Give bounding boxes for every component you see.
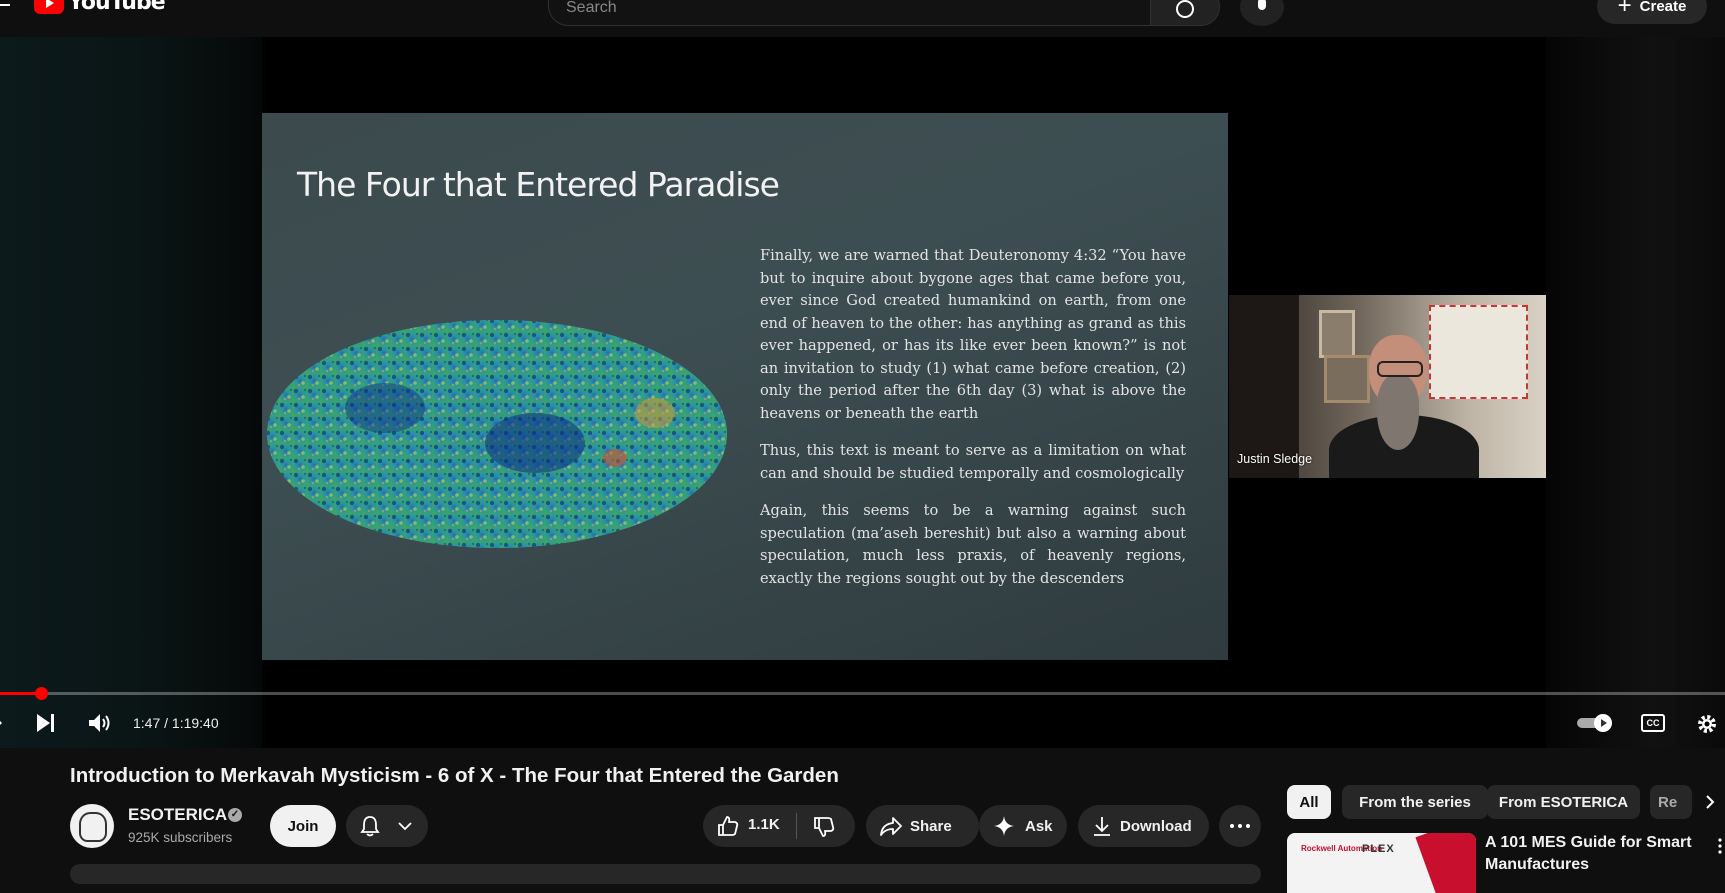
search-input[interactable]: Search bbox=[548, 0, 1150, 26]
slide-paragraph: Again, this seems to be a warning agains… bbox=[760, 502, 1186, 587]
download-button[interactable]: Download bbox=[1078, 805, 1209, 847]
ask-label: Ask bbox=[1025, 817, 1053, 835]
ambient-glow-left bbox=[0, 37, 262, 748]
share-button[interactable]: Share bbox=[866, 805, 979, 847]
progress-played bbox=[0, 692, 39, 695]
settings-gear-icon[interactable] bbox=[1695, 712, 1719, 736]
captions-button[interactable]: CC bbox=[1641, 714, 1665, 732]
bell-icon bbox=[360, 816, 380, 837]
bookshelf bbox=[1229, 295, 1299, 478]
presenter-beard bbox=[1377, 375, 1419, 450]
cosmic-microwave-background-map bbox=[267, 320, 727, 548]
like-count[interactable]: 1.1K bbox=[748, 816, 780, 833]
slide-body-text: Finally, we are warned that Deuteronomy … bbox=[760, 245, 1186, 605]
thumbnail-brand-secondary: PLEX bbox=[1362, 843, 1395, 855]
previous-icon[interactable] bbox=[0, 715, 2, 731]
slide-title: The Four that Entered Paradise bbox=[297, 165, 780, 204]
share-label: Share bbox=[910, 817, 952, 835]
like-icon[interactable] bbox=[717, 815, 739, 837]
plus-icon: + bbox=[1617, 0, 1632, 19]
search-placeholder: Search bbox=[566, 0, 617, 16]
voice-search-button[interactable] bbox=[1240, 0, 1284, 26]
presenter-glasses bbox=[1377, 361, 1423, 377]
microphone-icon bbox=[1258, 0, 1266, 10]
dislike-icon[interactable] bbox=[813, 816, 835, 838]
autoplay-toggle-icon[interactable] bbox=[1576, 713, 1614, 733]
player-controls: 1:47 / 1:19:40 CC bbox=[0, 703, 1725, 743]
chevron-right-icon[interactable] bbox=[1700, 790, 1720, 814]
share-icon bbox=[880, 817, 902, 836]
sparkle-icon bbox=[994, 816, 1014, 836]
channel-name[interactable]: ESOTERICA bbox=[128, 805, 227, 825]
create-button[interactable]: + Create bbox=[1597, 0, 1707, 24]
more-horizontal-icon bbox=[1230, 824, 1250, 828]
picture-frame bbox=[1324, 355, 1370, 403]
thumbnail-red-accent bbox=[1415, 833, 1476, 893]
ask-button[interactable]: Ask bbox=[979, 805, 1067, 847]
search-icon bbox=[1176, 0, 1194, 18]
slide-paragraph: Thus, this text is meant to serve as a l… bbox=[760, 442, 1186, 482]
recommendation-title[interactable]: A 101 MES Guide for Smart Manufactures bbox=[1485, 832, 1700, 876]
recommendation-thumbnail[interactable]: Rockwell Automation PLEX bbox=[1287, 833, 1476, 893]
notification-bell-button[interactable] bbox=[346, 805, 428, 847]
create-label: Create bbox=[1639, 0, 1687, 15]
chip-from-series[interactable]: From the series bbox=[1342, 785, 1488, 819]
subscriber-count: 925K subscribers bbox=[128, 830, 233, 845]
time-display: 1:47 / 1:19:40 bbox=[133, 715, 219, 731]
youtube-play-logo-icon bbox=[34, 0, 64, 14]
progress-bar[interactable] bbox=[0, 687, 1725, 700]
more-vertical-icon[interactable] bbox=[1718, 838, 1722, 854]
chip-all[interactable]: All bbox=[1287, 785, 1331, 819]
channel-avatar[interactable] bbox=[70, 804, 114, 848]
more-actions-button[interactable] bbox=[1219, 805, 1261, 847]
presenter-webcam: Justin Sledge bbox=[1229, 295, 1546, 478]
search-button[interactable] bbox=[1150, 0, 1220, 26]
join-button[interactable]: Join bbox=[270, 805, 336, 847]
youtube-wordmark: YouTube bbox=[68, 0, 166, 15]
youtube-logo[interactable]: YouTube bbox=[34, 0, 166, 15]
download-icon bbox=[1094, 817, 1110, 836]
ambient-glow-right bbox=[1546, 37, 1725, 748]
scrubber-handle[interactable] bbox=[35, 687, 48, 700]
menu-icon[interactable] bbox=[0, 0, 10, 14]
slide-paragraph: Finally, we are warned that Deuteronomy … bbox=[760, 247, 1186, 422]
verified-check-icon: ✓ bbox=[228, 808, 242, 822]
presenter-name: Justin Sledge bbox=[1237, 452, 1313, 466]
picture-frame bbox=[1319, 310, 1355, 358]
like-divider bbox=[796, 813, 797, 839]
notice-board bbox=[1429, 305, 1528, 399]
download-label: Download bbox=[1120, 817, 1192, 835]
video-title: Introduction to Merkavah Mysticism - 6 o… bbox=[70, 764, 839, 787]
chip-recently-uploaded[interactable]: Re bbox=[1650, 785, 1692, 819]
chip-from-channel[interactable]: From ESOTERICA bbox=[1487, 785, 1640, 819]
presentation-slide: The Four that Entered Paradise Finally, … bbox=[262, 113, 1228, 660]
next-video-icon[interactable] bbox=[36, 713, 56, 733]
chevron-down-icon bbox=[398, 822, 412, 831]
masthead: YouTube Search + Create bbox=[0, 0, 1725, 37]
volume-icon[interactable] bbox=[88, 713, 112, 733]
like-dislike-group: 1.1K bbox=[703, 805, 855, 847]
video-player[interactable]: The Four that Entered Paradise Finally, … bbox=[0, 37, 1725, 748]
description-box[interactable] bbox=[70, 864, 1261, 884]
